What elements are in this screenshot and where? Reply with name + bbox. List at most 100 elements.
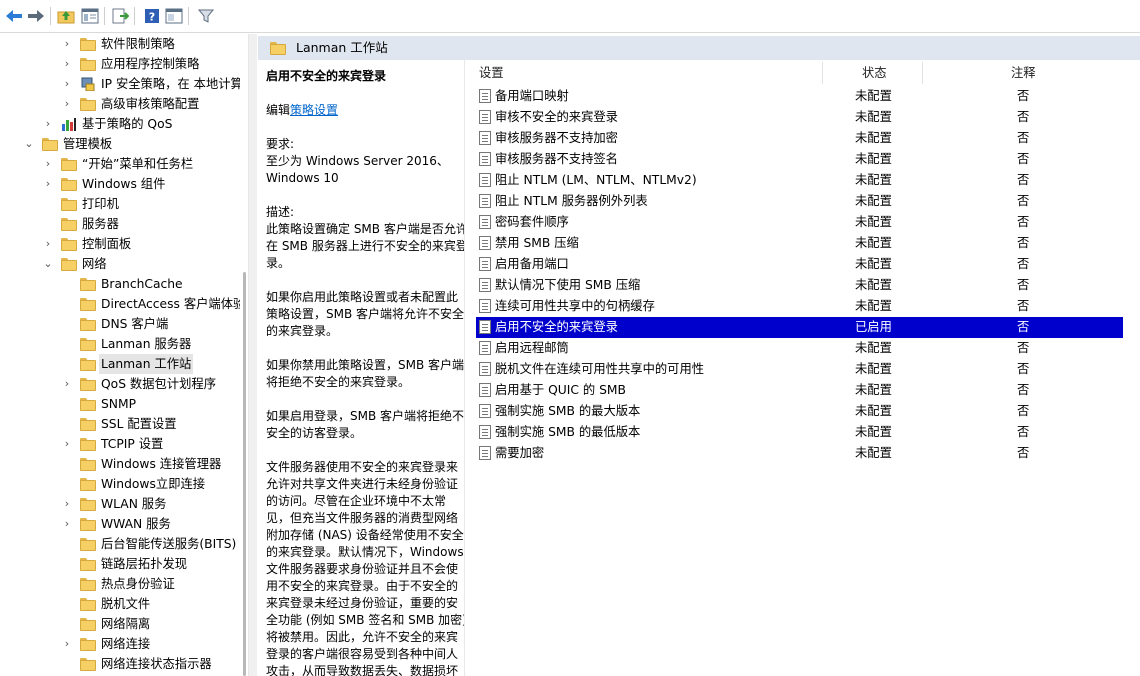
tree-item[interactable]: › WWAN 服务 xyxy=(0,514,240,534)
tree-item[interactable]: Windows立即连接 xyxy=(0,474,240,494)
chevron-down-icon[interactable]: ⌄ xyxy=(24,134,34,154)
tree-item-label: 网络连接状态指示器 xyxy=(101,657,212,671)
tree-item-label: Windows 组件 xyxy=(82,177,166,191)
tree-item[interactable]: › Windows 组件 xyxy=(0,174,240,194)
chevron-right-icon[interactable]: › xyxy=(62,94,72,114)
tree-item[interactable]: › 高级审核策略配置 xyxy=(0,94,240,114)
tree-item[interactable]: DirectAccess 客户端体验设置 xyxy=(0,294,240,314)
folder-icon xyxy=(80,657,96,671)
chevron-right-icon[interactable]: › xyxy=(43,154,53,174)
edit-line: 编辑策略设置 xyxy=(266,102,464,119)
tree-item[interactable]: 服务器 xyxy=(0,214,240,234)
chevron-right-icon[interactable]: › xyxy=(62,74,72,94)
table-row[interactable]: 默认情况下使用 SMB 压缩 未配置 否 xyxy=(476,275,1123,296)
tree-item[interactable]: › IP 安全策略，在 本地计算机 xyxy=(0,74,240,94)
description-paragraph-1: 此策略设置确定 SMB 客户端是否允许在 SMB 服务器上进行不安全的来宾登录。 xyxy=(266,222,465,270)
tree-item[interactable]: 脱机文件 xyxy=(0,594,240,614)
table-row[interactable]: 需要加密 未配置 否 xyxy=(476,443,1123,464)
tree-item[interactable]: Lanman 工作站 xyxy=(0,354,240,374)
folder-icon xyxy=(80,397,96,411)
chevron-right-icon[interactable]: › xyxy=(62,514,72,534)
setting-state: 未配置 xyxy=(855,173,892,187)
tree-item[interactable]: ⌄ 网络 xyxy=(0,254,240,274)
tree-item[interactable]: › 软件限制策略 xyxy=(0,34,240,54)
tree-item[interactable]: SNMP xyxy=(0,394,240,414)
policy-setting-icon xyxy=(479,341,491,355)
chevron-right-icon[interactable]: › xyxy=(43,114,53,134)
up-folder-icon[interactable] xyxy=(56,6,76,26)
properties-icon[interactable] xyxy=(164,6,184,26)
table-row[interactable]: 强制实施 SMB 的最低版本 未配置 否 xyxy=(476,422,1123,443)
chevron-right-icon[interactable]: › xyxy=(43,234,53,254)
tree-item[interactable]: DNS 客户端 xyxy=(0,314,240,334)
tree-item[interactable]: › QoS 数据包计划程序 xyxy=(0,374,240,394)
table-row[interactable]: 阻止 NTLM (LM、NTLM、NTLMv2) 未配置 否 xyxy=(476,170,1123,191)
pane-splitter[interactable] xyxy=(248,34,257,676)
edit-policy-link[interactable]: 策略设置 xyxy=(290,103,338,117)
table-row[interactable]: 备用端口映射 未配置 否 xyxy=(476,86,1123,107)
tree-item[interactable]: › “开始”菜单和任务栏 xyxy=(0,154,240,174)
table-row[interactable]: 连续可用性共享中的句柄缓存 未配置 否 xyxy=(476,296,1123,317)
table-row[interactable]: 审核服务器不支持加密 未配置 否 xyxy=(476,128,1123,149)
chevron-right-icon[interactable]: › xyxy=(43,174,53,194)
chevron-down-icon[interactable]: ⌄ xyxy=(43,254,53,274)
tree-scrollbar[interactable] xyxy=(240,34,248,676)
setting-state: 未配置 xyxy=(855,404,892,418)
back-arrow-icon[interactable] xyxy=(4,6,24,26)
tree-item[interactable]: › 基于策略的 QoS xyxy=(0,114,240,134)
tree-item[interactable]: ⌄ 管理模板 xyxy=(0,134,240,154)
setting-comment: 否 xyxy=(1017,194,1030,208)
chevron-right-icon[interactable]: › xyxy=(62,374,72,394)
table-row[interactable]: 启用备用端口 未配置 否 xyxy=(476,254,1123,275)
export-list-icon[interactable] xyxy=(110,6,130,26)
tree-item[interactable]: 链路层拓扑发现 xyxy=(0,554,240,574)
chevron-right-icon[interactable]: › xyxy=(62,494,72,514)
table-row[interactable]: 启用远程邮筒 未配置 否 xyxy=(476,338,1123,359)
chevron-right-icon[interactable]: › xyxy=(62,34,72,54)
tree-item-label: TCPIP 设置 xyxy=(101,437,164,451)
table-row[interactable]: 强制实施 SMB 的最大版本 未配置 否 xyxy=(476,401,1123,422)
setting-name: 需要加密 xyxy=(495,446,545,460)
table-row[interactable]: 审核不安全的来宾登录 未配置 否 xyxy=(476,107,1123,128)
tree-item[interactable]: › WLAN 服务 xyxy=(0,494,240,514)
tree-item[interactable]: BranchCache xyxy=(0,274,240,294)
table-row[interactable]: 脱机文件在连续可用性共享中的可用性 未配置 否 xyxy=(476,359,1123,380)
table-row[interactable]: 启用基于 QUIC 的 SMB 未配置 否 xyxy=(476,380,1123,401)
tree-item[interactable]: 后台智能传送服务(BITS) xyxy=(0,534,240,554)
tree-item[interactable]: › 控制面板 xyxy=(0,234,240,254)
tree-item-label: 网络连接 xyxy=(101,637,151,651)
table-row[interactable]: 阻止 NTLM 服务器例外列表 未配置 否 xyxy=(476,191,1123,212)
chevron-right-icon[interactable]: › xyxy=(62,634,72,654)
table-row[interactable]: 禁用 SMB 压缩 未配置 否 xyxy=(476,233,1123,254)
tree-item[interactable]: 网络连接状态指示器 xyxy=(0,654,240,674)
tree-item-label: WLAN 服务 xyxy=(101,497,167,511)
tree-item-label: 网络 xyxy=(82,257,107,271)
filter-icon[interactable] xyxy=(196,6,216,26)
column-header-state[interactable]: 状态 xyxy=(862,60,887,86)
tree-item[interactable]: 热点身份验证 xyxy=(0,574,240,594)
policy-setting-icon xyxy=(479,383,491,397)
column-header-comment[interactable]: 注释 xyxy=(1011,60,1036,86)
table-row[interactable]: 审核服务器不支持签名 未配置 否 xyxy=(476,149,1123,170)
tree-item[interactable]: 打印机 xyxy=(0,194,240,214)
tree-item[interactable]: › 网络连接 xyxy=(0,634,240,654)
policy-setting-icon xyxy=(479,278,491,292)
forward-arrow-icon[interactable] xyxy=(26,6,46,26)
tree-item[interactable]: 网络隔离 xyxy=(0,614,240,634)
chevron-right-icon[interactable]: › xyxy=(62,54,72,74)
chevron-right-icon[interactable]: › xyxy=(62,434,72,454)
tree-item[interactable]: SSL 配置设置 xyxy=(0,414,240,434)
table-row[interactable]: 密码套件顺序 未配置 否 xyxy=(476,212,1123,233)
column-header-setting[interactable]: 设置 xyxy=(479,60,504,86)
tree-item[interactable]: Windows 连接管理器 xyxy=(0,454,240,474)
help-icon[interactable]: ? xyxy=(142,6,162,26)
tree-item[interactable]: Lanman 服务器 xyxy=(0,334,240,354)
tree-item-label: QoS 数据包计划程序 xyxy=(101,377,216,391)
folder-icon xyxy=(80,37,96,51)
tree-item[interactable]: › 应用程序控制策略 xyxy=(0,54,240,74)
table-row[interactable]: 启用不安全的来宾登录 已启用 否 xyxy=(476,317,1123,338)
description-label: 描述: xyxy=(266,205,295,219)
setting-comment: 否 xyxy=(1017,131,1030,145)
tree-item[interactable]: › TCPIP 设置 xyxy=(0,434,240,454)
show-hide-tree-icon[interactable] xyxy=(80,6,100,26)
